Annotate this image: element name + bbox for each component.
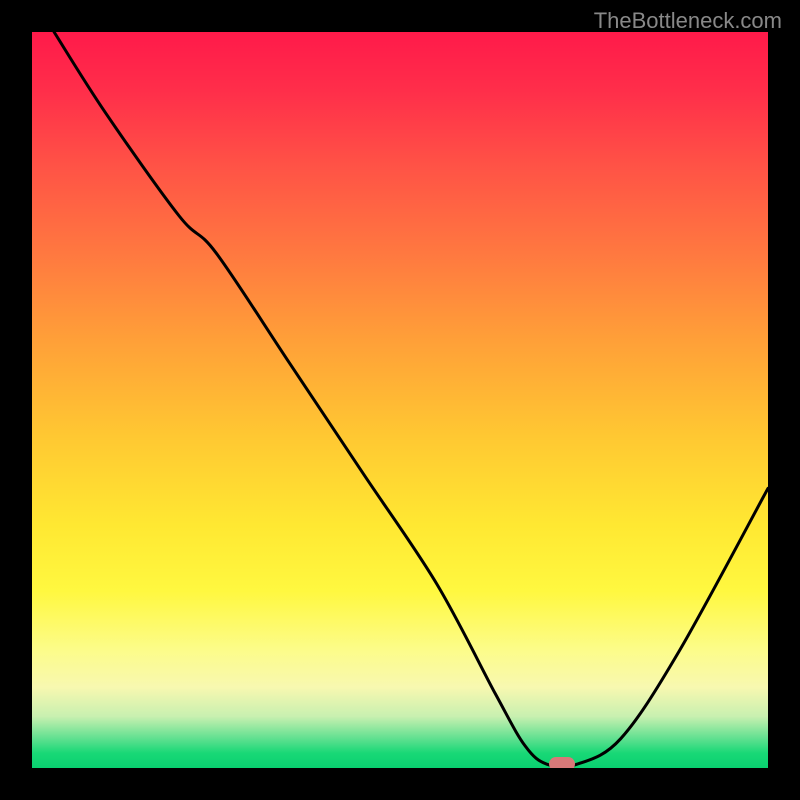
bottleneck-curve [32,32,768,768]
optimum-marker [549,757,575,768]
plot-area [32,32,768,768]
watermark-text: TheBottleneck.com [594,8,782,34]
chart-container: TheBottleneck.com [0,0,800,800]
